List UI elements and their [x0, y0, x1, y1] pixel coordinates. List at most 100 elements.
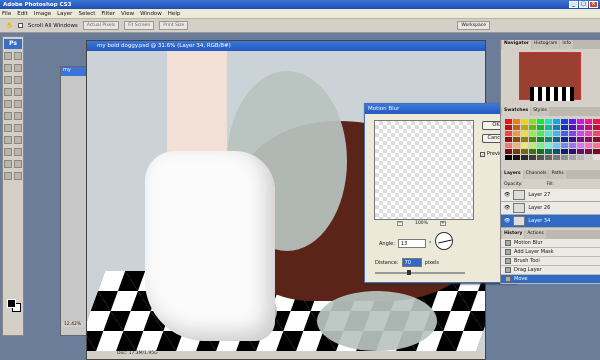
- swatch-chip[interactable]: [545, 119, 552, 124]
- history-item-selected[interactable]: Move: [501, 275, 600, 284]
- workspace-button[interactable]: Workspace: [457, 21, 490, 30]
- swatch-chip[interactable]: [529, 155, 536, 160]
- swatch-chip[interactable]: [505, 125, 512, 130]
- history-item[interactable]: Add Layer Mask: [501, 248, 600, 257]
- menu-window[interactable]: Window: [140, 11, 162, 17]
- layer-row-selected[interactable]: 👁 Layer 34: [501, 215, 600, 228]
- navigator-thumbnail[interactable]: [519, 52, 581, 101]
- swatch-chip[interactable]: [513, 149, 520, 154]
- eyedropper-tool-icon[interactable]: [14, 160, 22, 168]
- swatch-chip[interactable]: [505, 143, 512, 148]
- swatch-chip[interactable]: [505, 131, 512, 136]
- hand-tool-box-icon[interactable]: [4, 172, 12, 180]
- swatch-chip[interactable]: [513, 143, 520, 148]
- fit-screen-button[interactable]: Fit Screen: [124, 21, 155, 30]
- swatch-chip[interactable]: [521, 149, 528, 154]
- swatch-chip[interactable]: [521, 137, 528, 142]
- swatch-chip[interactable]: [569, 155, 576, 160]
- swatch-chip[interactable]: [545, 131, 552, 136]
- notes-tool-icon[interactable]: [4, 160, 12, 168]
- distance-input[interactable]: 70: [401, 258, 422, 267]
- menu-file[interactable]: File: [2, 11, 11, 17]
- tab-info[interactable]: Info: [560, 40, 573, 49]
- tab-history[interactable]: History: [502, 230, 525, 239]
- healing-tool-icon[interactable]: [4, 88, 12, 96]
- swatch-chip[interactable]: [577, 149, 584, 154]
- swatch-chip[interactable]: [585, 119, 592, 124]
- swatch-chip[interactable]: [529, 131, 536, 136]
- swatch-chip[interactable]: [585, 155, 592, 160]
- swatch-chip[interactable]: [513, 131, 520, 136]
- history-item[interactable]: Drag Layer: [501, 266, 600, 275]
- distance-slider[interactable]: [375, 270, 465, 275]
- swatch-chip[interactable]: [553, 155, 560, 160]
- swatch-chip[interactable]: [545, 125, 552, 130]
- swatch-chip[interactable]: [569, 149, 576, 154]
- swatch-chip[interactable]: [513, 137, 520, 142]
- swatch-chip[interactable]: [537, 143, 544, 148]
- swatch-chip[interactable]: [585, 143, 592, 148]
- swatch-chip[interactable]: [513, 125, 520, 130]
- crop-tool-icon[interactable]: [4, 76, 12, 84]
- swatch-chip[interactable]: [513, 155, 520, 160]
- swatch-chip[interactable]: [585, 137, 592, 142]
- background-document-titlebar[interactable]: my: [61, 67, 89, 76]
- swatch-chip[interactable]: [529, 149, 536, 154]
- swatch-chip[interactable]: [553, 149, 560, 154]
- document-title[interactable]: my bold doggy.psd @ 31.6% (Layer 34, RGB…: [87, 41, 485, 51]
- swatch-chip[interactable]: [505, 119, 512, 124]
- swatch-chip[interactable]: [577, 137, 584, 142]
- tab-swatches[interactable]: Swatches: [502, 107, 531, 116]
- menu-help[interactable]: Help: [168, 11, 181, 17]
- swatch-chip[interactable]: [593, 143, 600, 148]
- swatch-chip[interactable]: [561, 137, 568, 142]
- swatch-chip[interactable]: [561, 131, 568, 136]
- history-brush-icon[interactable]: [14, 100, 22, 108]
- actual-pixels-button[interactable]: Actual Pixels: [82, 21, 120, 30]
- swatch-chip[interactable]: [593, 137, 600, 142]
- scroll-all-checkbox[interactable]: [17, 23, 23, 28]
- swatch-chip[interactable]: [521, 125, 528, 130]
- swatch-chip[interactable]: [593, 131, 600, 136]
- swatch-chip[interactable]: [593, 125, 600, 130]
- wand-tool-icon[interactable]: [14, 64, 22, 72]
- swatch-chip[interactable]: [537, 149, 544, 154]
- swatch-chip[interactable]: [529, 143, 536, 148]
- eye-icon[interactable]: 👁: [504, 192, 510, 198]
- swatch-chip[interactable]: [545, 143, 552, 148]
- swatch-chip[interactable]: [537, 131, 544, 136]
- eraser-tool-icon[interactable]: [4, 112, 12, 120]
- swatch-chip[interactable]: [537, 119, 544, 124]
- swatch-chip[interactable]: [569, 131, 576, 136]
- tab-histogram[interactable]: Histogram: [532, 40, 560, 49]
- close-icon[interactable]: ×: [589, 1, 598, 8]
- blur-tool-icon[interactable]: [4, 124, 12, 132]
- swatch-chip[interactable]: [585, 131, 592, 136]
- dodge-tool-icon[interactable]: [14, 124, 22, 132]
- swatch-chip[interactable]: [529, 137, 536, 142]
- swatch-chip[interactable]: [505, 137, 512, 142]
- swatch-chip[interactable]: [593, 155, 600, 160]
- menu-layer[interactable]: Layer: [57, 11, 72, 17]
- shape-tool-icon[interactable]: [14, 148, 22, 156]
- maximize-icon[interactable]: □: [579, 1, 588, 8]
- minimize-icon[interactable]: _: [569, 1, 578, 8]
- swatch-chip[interactable]: [593, 149, 600, 154]
- move-tool-icon[interactable]: [4, 52, 12, 60]
- swatch-chip[interactable]: [577, 119, 584, 124]
- swatch-chip[interactable]: [537, 137, 544, 142]
- slice-tool-icon[interactable]: [14, 76, 22, 84]
- swatch-chip[interactable]: [521, 131, 528, 136]
- swatch-chip[interactable]: [569, 143, 576, 148]
- swatch-chip[interactable]: [577, 143, 584, 148]
- preview-checkbox[interactable]: ✓: [480, 151, 485, 157]
- eye-icon[interactable]: 👁: [504, 218, 510, 224]
- filter-preview[interactable]: [374, 120, 474, 220]
- swatch-chip[interactable]: [553, 143, 560, 148]
- swatch-chip[interactable]: [545, 149, 552, 154]
- tab-paths[interactable]: Paths: [549, 170, 566, 179]
- swatch-chip[interactable]: [553, 125, 560, 130]
- zoom-in-button[interactable]: +: [439, 221, 446, 226]
- swatch-chip[interactable]: [505, 149, 512, 154]
- tab-navigator[interactable]: Navigator: [502, 40, 531, 49]
